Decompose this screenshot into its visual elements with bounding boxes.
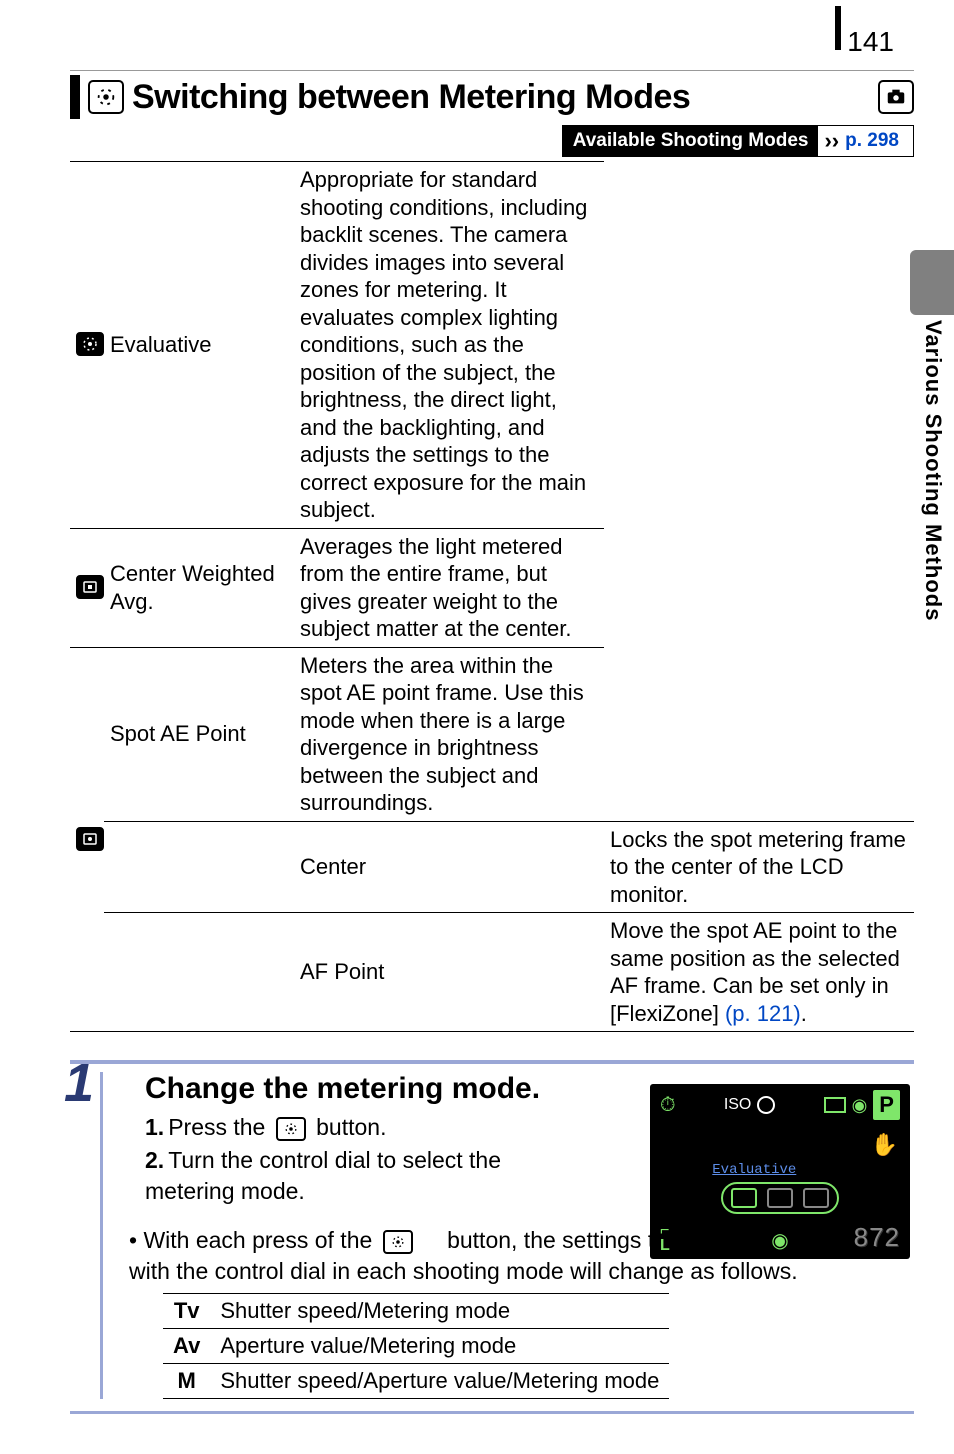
center-weighted-icon	[76, 575, 104, 599]
timer-icon: ⏱	[660, 1094, 676, 1117]
mode-name: Center	[294, 821, 604, 913]
spot-option-icon	[803, 1188, 829, 1208]
section-label: Various Shooting Methods	[920, 320, 946, 621]
table-row: M Shutter speed/Aperture value/Metering …	[163, 1364, 669, 1399]
evaluative-icon	[76, 332, 104, 356]
metering-selector-pill	[721, 1182, 839, 1214]
page-number: 141	[847, 6, 894, 58]
metering-button-icon	[383, 1230, 413, 1254]
mode-desc: Aperture value/Metering mode	[210, 1329, 669, 1364]
mode-desc: Move the spot AE point to the same posit…	[604, 913, 914, 1032]
chevrons-right-icon: ››	[818, 128, 845, 154]
table-row: Tv Shutter speed/Metering mode	[163, 1294, 669, 1329]
camera-icon	[878, 80, 914, 114]
step-number: 1	[64, 1052, 94, 1114]
shots-remaining: 872	[854, 1222, 900, 1253]
metering-icon	[88, 80, 124, 114]
title-accent-bar	[70, 75, 80, 119]
mode-label: Tv	[163, 1294, 210, 1329]
metering-button-icon	[276, 1117, 306, 1141]
mode-name: Spot AE Point	[104, 647, 294, 821]
center-weighted-option-icon	[767, 1188, 793, 1208]
mode-badge: P	[873, 1090, 900, 1120]
iso-label: ISO	[724, 1096, 752, 1114]
quality-icon: ◉	[852, 1095, 868, 1116]
section-title-row: Switching between Metering Modes	[70, 70, 914, 119]
available-modes-box: Available Shooting Modes ›› p. 298	[562, 125, 914, 157]
spot-icon	[76, 827, 104, 851]
mode-name: Center Weighted Avg.	[104, 528, 294, 647]
flexizone-page-link[interactable]: (p. 121)	[725, 1001, 801, 1026]
mode-label: M	[163, 1364, 210, 1399]
shooting-mode-reference-table: Tv Shutter speed/Metering mode Av Apertu…	[163, 1293, 669, 1399]
table-row: Evaluative Appropriate for standard shoo…	[70, 162, 914, 529]
table-row: Center Weighted Avg. Averages the light …	[70, 528, 914, 647]
table-row: Center Locks the spot metering frame to …	[70, 821, 914, 913]
is-icon: ✋	[871, 1132, 898, 1158]
table-row: Spot AE Point Meters the area within the…	[70, 647, 914, 821]
mode-desc: Shutter speed/Aperture value/Metering mo…	[210, 1364, 669, 1399]
drive-icon	[824, 1097, 846, 1113]
table-row: Av Aperture value/Metering mode	[163, 1329, 669, 1364]
mode-desc: Shutter speed/Metering mode	[210, 1294, 669, 1329]
metering-mode-label: Evaluative	[650, 1162, 910, 1178]
step-1-block: 1 ⏱ ISO ◉ P ✋ Evaluative	[70, 1060, 914, 1414]
table-row: AF Point Move the spot AE point to the s…	[70, 913, 914, 1032]
mode-desc: Meters the area within the spot AE point…	[294, 647, 604, 821]
mode-desc: Locks the spot metering frame to the cen…	[604, 821, 914, 913]
metering-modes-table: Evaluative Appropriate for standard shoo…	[70, 161, 914, 1032]
mode-label: Av	[163, 1329, 210, 1364]
available-modes-label: Available Shooting Modes	[563, 126, 819, 156]
mode-name: AF Point	[294, 913, 604, 1032]
evaluative-option-icon	[731, 1188, 757, 1208]
available-modes-page-link[interactable]: p. 298	[845, 130, 913, 152]
section-tab	[910, 250, 954, 315]
mode-name: Evaluative	[104, 162, 294, 529]
lcd-screenshot: ⏱ ISO ◉ P ✋ Evaluative	[650, 1084, 910, 1259]
image-size-label: ⌐L	[660, 1224, 670, 1253]
page-title: Switching between Metering Modes	[132, 78, 870, 117]
mode-desc: Averages the light metered from the enti…	[294, 528, 604, 647]
mode-desc: Appropriate for standard shooting condit…	[294, 162, 604, 529]
awb-icon	[757, 1096, 775, 1114]
sub-step-2: 2.Turn the control dial to select the me…	[145, 1145, 585, 1207]
